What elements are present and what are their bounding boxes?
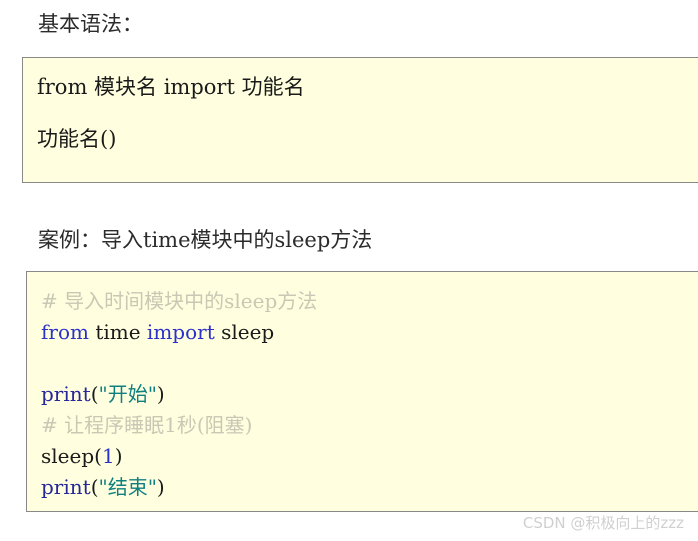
code-token-plain: (: [90, 382, 99, 406]
csdn-watermark: CSDN @积极向上的zzz: [522, 514, 684, 532]
code-token-function: print: [41, 382, 91, 406]
code-token-plain: sleep: [41, 444, 95, 468]
code-token-plain: ): [114, 444, 123, 468]
example-code-block: # 导入时间模块中的sleep方法 from time import sleep …: [26, 271, 698, 512]
example-code-lines: # 导入时间模块中的sleep方法 from time import sleep …: [27, 272, 698, 503]
code-line: print("结束"): [41, 472, 698, 503]
code-token-plain: time: [95, 320, 141, 344]
code-token-number: 1: [101, 444, 115, 468]
code-token-plain: ): [156, 382, 165, 406]
code-token-comment: # 导入时间模块中的sleep方法: [41, 289, 318, 313]
syntax-code-block: from 模块名 import 功能名 功能名(): [22, 57, 698, 183]
code-token-string: "开始": [98, 382, 157, 406]
code-token-plain: sleep: [221, 320, 275, 344]
code-line: from 模块名 import 功能名: [37, 75, 305, 99]
code-line: # 让程序睡眠1秒(阻塞): [41, 410, 698, 441]
code-token-plain: ): [156, 475, 165, 499]
page-title-example: 案例：导入time模块中的sleep方法: [38, 228, 373, 252]
syntax-code-lines: from 模块名 import 功能名 功能名(): [23, 58, 698, 154]
code-token-function: print: [41, 475, 91, 499]
code-token-keyword: import: [146, 320, 215, 344]
page-title-basic-syntax: 基本语法：: [38, 12, 143, 36]
code-token-string: "结束": [98, 475, 157, 499]
code-line: 功能名(): [37, 127, 117, 151]
code-token-keyword: from: [41, 320, 89, 344]
code-token-comment: # 让程序睡眠1秒(阻塞): [41, 413, 253, 437]
code-token-plain: (: [94, 444, 102, 468]
code-line: # 导入时间模块中的sleep方法: [41, 286, 698, 317]
code-line: sleep(1): [41, 441, 698, 472]
code-line: print("开始"): [41, 379, 698, 410]
code-line: from time import sleep: [41, 317, 698, 348]
code-token-plain: (: [90, 475, 99, 499]
